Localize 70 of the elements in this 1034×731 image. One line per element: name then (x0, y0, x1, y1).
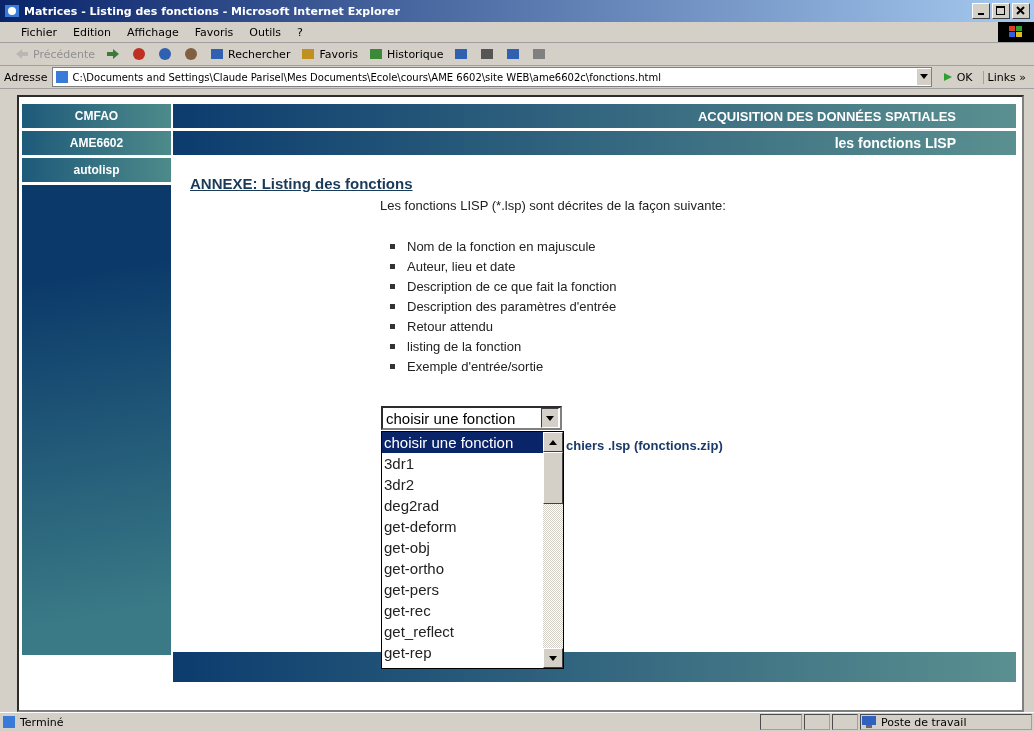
dropdown-option[interactable]: get-deform (382, 516, 543, 537)
dropdown-arrow-icon (546, 415, 554, 421)
history-button[interactable]: Historique (366, 46, 446, 62)
scrollbar[interactable] (543, 432, 563, 668)
dropdown-option[interactable]: get_reflect (382, 621, 543, 642)
function-select[interactable]: choisir une fonction (381, 406, 562, 430)
bullet-icon (390, 303, 395, 309)
bullet-icon (390, 343, 395, 349)
close-icon (1016, 6, 1026, 16)
menu-item[interactable]: Favoris (187, 25, 241, 39)
search-button[interactable]: Rechercher (207, 46, 293, 62)
list-item: Auteur, lieu et date (407, 258, 516, 274)
scroll-down-icon (549, 655, 557, 661)
minimize-button[interactable] (972, 3, 990, 19)
window-title: Matrices - Listing des fonctions - Microsoft Internet Explorer (24, 4, 401, 18)
dropdown-option[interactable]: get-pers (382, 579, 543, 600)
sidebar-link[interactable]: autolisp (22, 158, 171, 182)
list-item: Nom de la fonction en majuscule (407, 238, 596, 254)
dropdown-option[interactable]: 3dr1 (382, 453, 543, 474)
computer-icon (861, 715, 877, 729)
dropdown-option[interactable]: get-obj (382, 537, 543, 558)
list-item: Description des paramètres d'entrée (407, 298, 617, 314)
list-item: Exemple d'entrée/sortie (407, 358, 544, 374)
address-label: Adresse (4, 70, 48, 84)
dropdown-option[interactable]: get-ortho (382, 558, 543, 579)
status-pane (804, 714, 830, 730)
favorites-button[interactable]: Favoris (298, 46, 360, 62)
subheader-bar: les fonctions LISP (173, 131, 1016, 155)
back-icon (14, 46, 30, 62)
dropdown-option[interactable]: 3dr2 (382, 474, 543, 495)
page-heading[interactable]: ANNEXE: Listing des fonctions (190, 175, 413, 192)
address-field[interactable]: C:\Documents and Settings\Claude Parisel\Mes Documents\Ecole\cours\AME 6602\site WEB\ame6602c\fonctions.html (51, 67, 932, 87)
sidebar-link[interactable]: AME6602 (22, 131, 171, 155)
status-pane (832, 714, 858, 730)
download-link[interactable]: chiers .lsp (fonctions.zip) (566, 438, 723, 453)
dropdown-option[interactable]: get-rec (382, 600, 543, 621)
close-button[interactable] (1012, 3, 1030, 19)
go-button[interactable]: OK (935, 70, 979, 84)
browser-icon (4, 3, 20, 19)
menu-item[interactable]: Outils (242, 25, 289, 39)
scroll-thumb[interactable] (543, 452, 563, 504)
menu-item[interactable]: ? (290, 25, 310, 39)
list-item: Retour attendu (407, 318, 493, 334)
dropdown-option[interactable]: deg2rad (382, 495, 543, 516)
intro-text: Les fonctions LISP (*.lsp) sont décrites de la façon suivante: (380, 198, 727, 213)
bullet-icon (390, 263, 395, 269)
menu-item[interactable]: Fichier (14, 25, 64, 39)
zone-indicator: Poste de travail (860, 714, 1032, 730)
header-bar: ACQUISITION DES DONNÉES SPATIALES (173, 104, 1016, 128)
links-button[interactable]: Links » (982, 70, 1030, 84)
bullet-icon (390, 363, 395, 369)
dropdown-arrow-icon (919, 74, 928, 80)
bullet-icon (390, 323, 395, 329)
status-pane (760, 714, 802, 730)
bullet-icon (390, 243, 395, 249)
list-item: listing de la fonction (407, 338, 522, 354)
windows-logo-icon (998, 22, 1034, 42)
maximize-icon (996, 6, 1006, 16)
go-arrow-icon (941, 71, 954, 83)
dropdown-option[interactable]: get-rep (382, 642, 543, 663)
dropdown-option[interactable]: choisir une fonction (382, 432, 543, 453)
list-item: Description de ce que fait la fonction (407, 278, 617, 294)
status-text: Terminé (20, 715, 64, 729)
scroll-up-icon (549, 439, 557, 445)
minimize-icon (978, 13, 984, 15)
menu-item[interactable]: Affichage (120, 25, 186, 39)
bullet-icon (390, 283, 395, 289)
maximize-button[interactable] (992, 3, 1010, 19)
sidebar-link[interactable]: CMFAO (22, 104, 171, 128)
menu-item[interactable]: Edition (65, 25, 118, 39)
